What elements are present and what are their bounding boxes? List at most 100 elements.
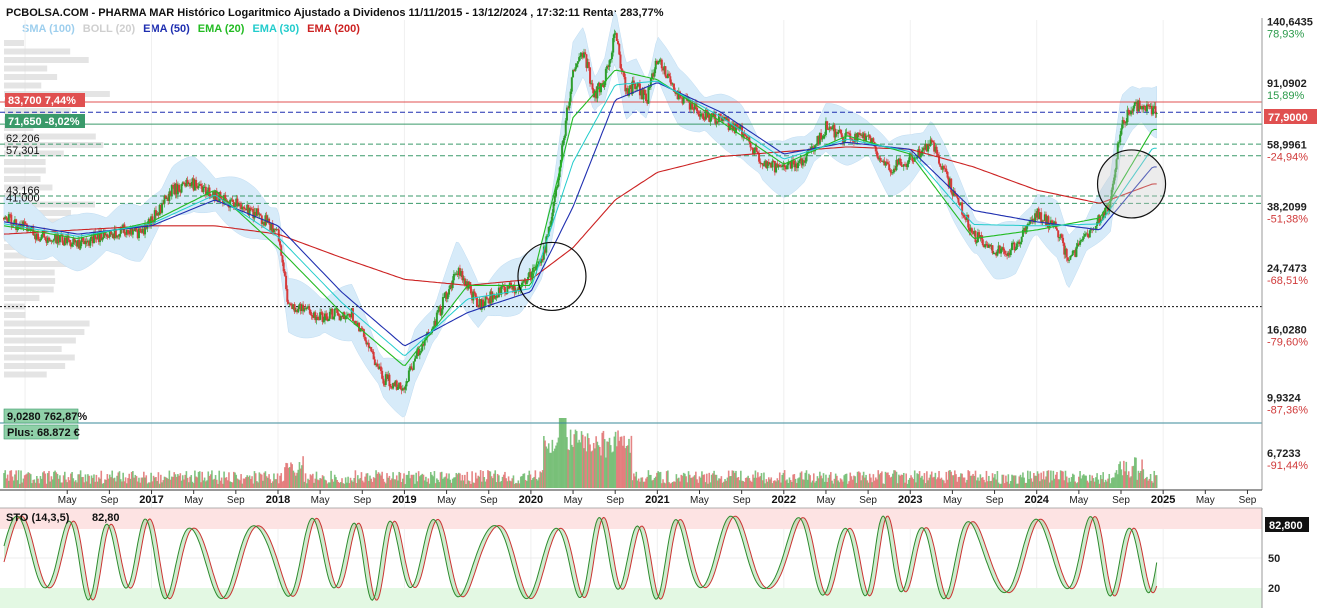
- price-axis-label: 9,9324: [1267, 393, 1302, 405]
- candle-body: [609, 59, 612, 61]
- candle-body: [1021, 229, 1024, 237]
- candle-body: [282, 262, 285, 272]
- candle-body: [242, 206, 245, 208]
- candle-body: [1069, 255, 1072, 260]
- candle-body: [664, 66, 667, 77]
- xaxis-label: 2024: [1024, 494, 1049, 506]
- candle-body: [418, 352, 421, 356]
- candle-body: [1060, 234, 1063, 238]
- volume-profile-bar: [4, 329, 85, 335]
- candle-body: [1058, 237, 1061, 239]
- xaxis-label: 2019: [392, 494, 416, 506]
- xaxis-label: Sep: [1239, 495, 1257, 506]
- candle-body: [970, 228, 973, 233]
- candle-body: [669, 76, 672, 83]
- candle-body: [1120, 128, 1123, 135]
- candle-body: [407, 370, 410, 382]
- price-axis-percent: -51,38%: [1267, 213, 1308, 225]
- candle-body: [139, 228, 142, 232]
- candle-body: [866, 135, 869, 137]
- xaxis-label: 2023: [898, 494, 922, 506]
- xaxis-label: May: [564, 495, 583, 506]
- sto-level-20: 20: [1268, 583, 1280, 595]
- sto-level-50: 50: [1268, 553, 1280, 565]
- svg-text:Plus: 68.872 €: Plus: 68.872 €: [7, 427, 80, 439]
- xaxis-label: May: [690, 495, 709, 506]
- volume-profile-bar: [4, 108, 71, 114]
- candle-body: [950, 178, 953, 193]
- price-axis-label: 58,9961: [1267, 140, 1307, 152]
- candle-body: [648, 86, 651, 88]
- candle-body: [796, 162, 799, 169]
- candle-body: [1010, 242, 1013, 251]
- candle-body: [906, 163, 909, 167]
- legend-item: EMA (30): [252, 23, 299, 35]
- candle-body: [1086, 233, 1089, 235]
- candle-body: [1088, 230, 1091, 238]
- xaxis-label: 2021: [645, 494, 669, 506]
- xaxis-label: May: [184, 495, 203, 506]
- candle-body: [354, 320, 357, 324]
- candle-body: [900, 162, 903, 166]
- candle-body: [51, 240, 54, 242]
- chart-title: PCBOLSA.COM - PHARMA MAR Histórico Logar…: [6, 7, 664, 19]
- candle-body: [591, 83, 594, 90]
- candle-body: [39, 238, 42, 241]
- candle-body: [473, 291, 476, 294]
- volume-bar: [630, 435, 633, 488]
- last-price-badge: 77,9000: [1264, 109, 1317, 124]
- candle-body: [619, 54, 622, 69]
- candle-body: [996, 251, 999, 256]
- xaxis-label: 2017: [139, 494, 163, 506]
- resistance-badge: 83,700 7,44%: [5, 93, 85, 107]
- candle-body: [531, 267, 534, 273]
- candle-body: [1125, 122, 1128, 124]
- candle-body: [289, 303, 292, 306]
- candle-body: [579, 56, 582, 58]
- candle-body: [888, 164, 891, 171]
- legend-item: BOLL (20): [83, 23, 136, 35]
- candle-body: [1082, 236, 1085, 239]
- svg-text:77,9000: 77,9000: [1268, 112, 1308, 124]
- candle-body: [786, 165, 789, 170]
- candle-body: [1117, 142, 1120, 144]
- candle-body: [446, 294, 449, 299]
- candle-body: [608, 60, 611, 68]
- candle-body: [58, 235, 61, 243]
- candle-body: [1028, 223, 1031, 225]
- price-axis-percent: -79,60%: [1267, 337, 1308, 349]
- candle-body: [475, 297, 478, 307]
- candle-body: [957, 197, 960, 203]
- candle-body: [231, 199, 234, 203]
- candle-body: [1155, 112, 1158, 114]
- xaxis-label: May: [1196, 495, 1215, 506]
- candle-body: [804, 161, 807, 163]
- candle-body: [127, 229, 130, 234]
- price-axis-label: 91,0902: [1267, 78, 1307, 90]
- candle-body: [587, 62, 590, 68]
- candle-body: [161, 203, 164, 213]
- candle-body: [197, 185, 200, 189]
- candle-body: [420, 350, 423, 353]
- candle-body: [657, 62, 660, 65]
- svg-text:9,0280 762,87%: 9,0280 762,87%: [7, 411, 87, 423]
- candle-body: [821, 138, 824, 140]
- candle-body: [520, 282, 523, 287]
- candle-body: [575, 63, 578, 68]
- candle-body: [285, 275, 288, 290]
- plus-info-badge: Plus: 68.872 €: [3, 424, 80, 440]
- candle-body: [52, 239, 55, 241]
- candle-body: [761, 163, 764, 166]
- candle-body: [762, 165, 765, 167]
- candle-body: [1122, 120, 1125, 122]
- candle-body: [23, 221, 26, 224]
- candle-body: [589, 67, 592, 84]
- candle-body: [596, 85, 599, 99]
- candle-body: [322, 320, 325, 322]
- volume-profile-bar: [4, 269, 55, 276]
- candle-body: [749, 142, 752, 148]
- sto-label: STO (14,3,5): [6, 512, 70, 524]
- candle-body: [399, 382, 402, 389]
- candle-body: [837, 131, 840, 135]
- candle-body: [1080, 239, 1083, 242]
